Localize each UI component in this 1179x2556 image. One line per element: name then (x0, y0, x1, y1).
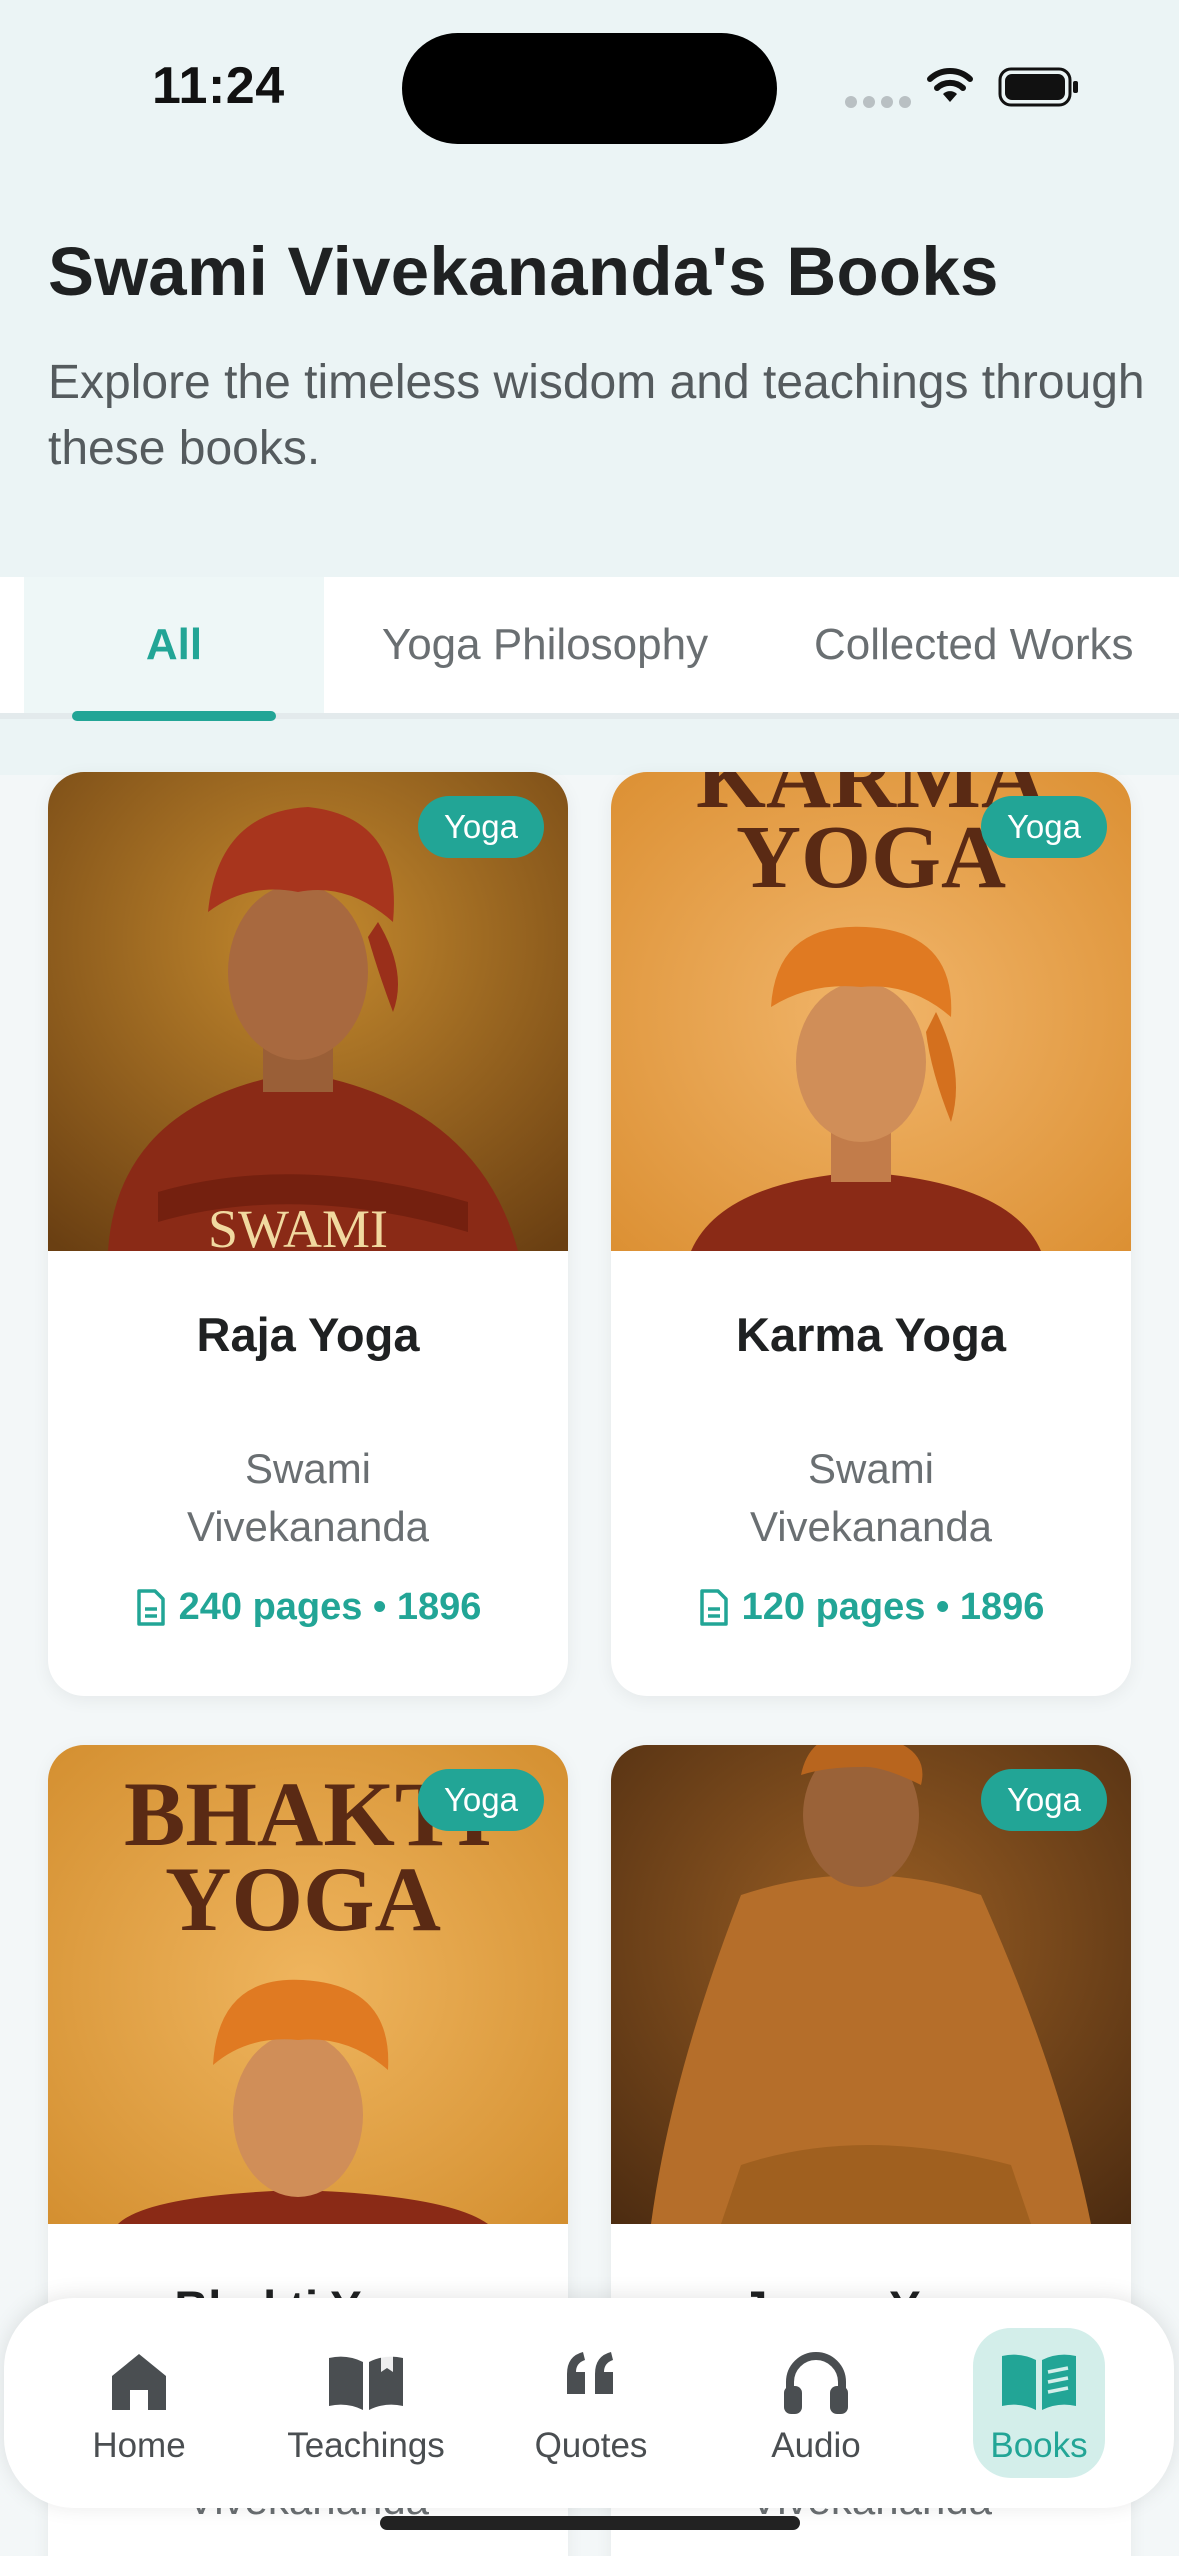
dynamic-island (402, 33, 777, 144)
cover-title-text-2: YOGA (736, 808, 1006, 907)
nav-home[interactable]: Home (54, 2328, 224, 2478)
category-badge: Yoga (417, 796, 544, 858)
nav-label: Quotes (534, 2426, 648, 2465)
book-cover: BHAKTI YOGA Yoga (48, 1745, 568, 2224)
books-icon (1002, 2354, 1076, 2410)
document-icon (136, 1588, 165, 1626)
home-icon (112, 2354, 166, 2410)
document-icon (699, 1588, 728, 1626)
book-cover: SWAMI Yoga (48, 772, 568, 1251)
page-subtitle: Explore the timeless wisdom and teaching… (48, 356, 1145, 475)
tab-yoga-philosophy[interactable]: Yoga Philosophy (330, 577, 760, 713)
nav-books[interactable]: Books (973, 2328, 1105, 2478)
category-badge: Yoga (980, 1769, 1107, 1831)
wifi-icon (927, 68, 973, 102)
nav-label: Books (990, 2426, 1088, 2465)
category-tabs: All Yoga Philosophy Collected Works (0, 577, 1179, 719)
home-indicator (380, 2516, 800, 2530)
book-cover: KARMA YOGA Yoga (611, 772, 1131, 1251)
book-title: Raja Yoga (196, 1308, 420, 1361)
quote-icon (567, 2352, 613, 2394)
cover-title-text-2: YOGA (165, 1848, 441, 1950)
nav-audio[interactable]: Audio (731, 2328, 901, 2478)
book-meta: 120 pages • 1896 (611, 1586, 1131, 1629)
bottom-navigation: Home Teachings Quotes Audio Books (4, 2298, 1174, 2508)
book-author: Swami Vivekananda (749, 1445, 993, 1550)
book-meta: 240 pages • 1896 (48, 1586, 568, 1629)
category-badge: Yoga (980, 796, 1107, 858)
active-tab-indicator (72, 711, 276, 721)
nav-label: Audio (771, 2426, 861, 2465)
category-badge: Yoga (417, 1769, 544, 1831)
book-pages-year: 240 pages • 1896 (178, 1586, 482, 1628)
book-title: Karma Yoga (736, 1308, 1006, 1361)
cover-title-text: SWAMI (208, 1199, 388, 1251)
book-cover: Yoga (611, 1745, 1131, 2224)
headphones-icon (784, 2352, 848, 2414)
nav-label: Teachings (287, 2426, 445, 2465)
book-author: Swami Vivekananda (186, 1445, 430, 1550)
book-open-icon (329, 2354, 403, 2410)
tab-all[interactable]: All (24, 577, 324, 713)
book-pages-year: 120 pages • 1896 (741, 1586, 1045, 1628)
battery-icon (998, 67, 1078, 107)
book-card-raja-yoga[interactable]: SWAMI Yoga Raja Yoga Swami Vivekananda 2… (48, 772, 568, 1696)
page-title: Swami Vivekananda's Books (48, 233, 999, 310)
nav-quotes[interactable]: Quotes (506, 2328, 676, 2478)
book-card-karma-yoga[interactable]: KARMA YOGA Yoga Karma Yoga Swami Vivekan… (611, 772, 1131, 1696)
nav-label: Home (92, 2426, 186, 2465)
status-time: 11:24 (152, 57, 285, 115)
tab-collected-works[interactable]: Collected Works (770, 577, 1179, 713)
nav-teachings[interactable]: Teachings (281, 2328, 451, 2478)
cellular-signal-icon (845, 96, 911, 108)
